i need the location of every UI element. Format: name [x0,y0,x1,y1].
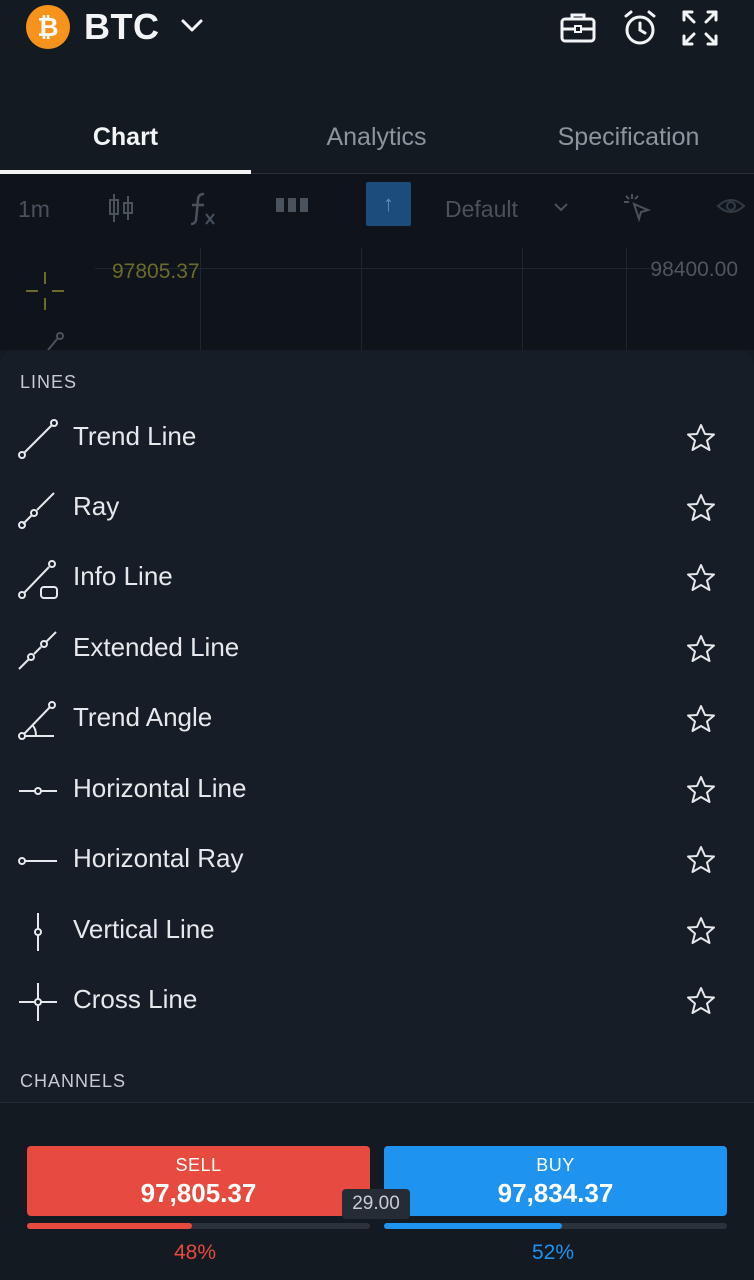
horizontal-line-icon [19,787,57,795]
buy-label: BUY [536,1155,575,1175]
spread-badge: 29.00 [342,1189,410,1219]
ray-icon [18,492,55,529]
chart-gridline [361,248,362,350]
sell-label: SELL [175,1155,222,1175]
candlestick-icon[interactable] [107,192,135,224]
tab-analytics[interactable]: Analytics [251,100,502,174]
buy-sentiment-bar [384,1223,727,1229]
eye-icon[interactable] [716,194,746,218]
crosshair-price-label: 97805.37 [112,260,200,283]
buy-percent: 52% [532,1241,575,1264]
info-line-icon [18,560,58,599]
tool-vertical-line[interactable]: Vertical Line [0,896,754,966]
extended-line-icon [18,631,57,670]
tab-bar: Chart Analytics Specification [0,100,754,174]
interval-selector[interactable]: 1m [18,196,50,223]
tool-label: Cross Line [73,984,198,1014]
tool-label: Trend Angle [73,702,213,732]
tab-specification[interactable]: Specification [503,100,754,174]
symbol-selector[interactable]: BTC [84,6,160,48]
tool-label: Horizontal Line [73,773,247,803]
sell-price: 97,805.37 [140,1178,257,1208]
tool-label: Extended Line [73,632,240,662]
arrow-up-icon[interactable]: ↑ [366,182,411,226]
star-icon[interactable] [686,986,716,1016]
briefcase-icon[interactable] [558,8,598,48]
tool-label: Ray [73,491,120,521]
function-icon[interactable] [188,190,218,226]
sell-sentiment-bar [27,1223,370,1229]
tool-horizontal-line[interactable]: Horizontal Line [0,755,754,825]
vertical-line-icon [34,913,42,951]
template-selector[interactable]: Default [445,196,518,223]
star-icon[interactable] [686,775,716,805]
buy-button[interactable]: BUY 97,834.37 [384,1146,727,1216]
tool-ray[interactable]: Ray [0,473,754,543]
sell-button[interactable]: SELL 97,805.37 [27,1146,370,1216]
tool-extended-line[interactable]: Extended Line [0,614,754,684]
drawing-tools-panel: LINES Trend Line Ray Info Line Extended … [0,350,754,1102]
sell-percent: 48% [174,1241,217,1264]
chart-area: 1m ↑ Default 97805.37 98400.00 [0,174,754,350]
tool-trend-line[interactable]: Trend Line [0,403,754,473]
trade-bar: SELL 97,805.37 BUY 97,834.37 29.00 48% 5… [0,1102,754,1280]
star-icon[interactable] [686,423,716,453]
tool-label: Trend Line [73,421,197,451]
section-title-channels: CHANNELS [20,1071,127,1091]
star-icon[interactable] [686,845,716,875]
section-title-lines: LINES [20,372,78,392]
horizontal-ray-icon [18,857,57,865]
sell-sentiment-fill [27,1223,192,1229]
tool-cross-line[interactable]: Cross Line [0,966,754,1036]
cursor-icon[interactable] [622,192,652,222]
star-icon[interactable] [686,493,716,523]
tool-label: Info Line [73,561,173,591]
bitcoin-icon: ₿ [26,5,70,49]
crosshair-icon[interactable] [24,270,66,312]
chart-gridline [200,248,201,350]
buy-price: 97,834.37 [497,1178,614,1208]
star-icon[interactable] [686,563,716,593]
star-icon[interactable] [686,704,716,734]
chevron-down-icon[interactable] [178,12,206,40]
tool-label: Vertical Line [73,914,215,944]
header: ₿ BTC [0,0,754,100]
trend-line-icon [18,419,58,459]
trend-angle-icon [18,701,56,740]
alarm-icon[interactable] [620,8,660,48]
chart-gridline [626,248,627,350]
tool-trend-angle[interactable]: Trend Angle [0,684,754,754]
chart-gridline [522,248,523,350]
price-axis-label: 98400.00 [650,258,738,281]
cross-line-icon [19,983,57,1021]
tool-horizontal-ray[interactable]: Horizontal Ray [0,825,754,895]
fullscreen-icon[interactable] [680,8,720,48]
tab-chart[interactable]: Chart [0,100,251,174]
star-icon[interactable] [686,916,716,946]
pencil-icon[interactable] [44,332,66,350]
tool-info-line[interactable]: Info Line [0,543,754,613]
bars-icon[interactable] [275,196,309,214]
template-chevron-icon[interactable] [552,201,570,213]
buy-sentiment-fill [384,1223,563,1229]
tool-label: Horizontal Ray [73,843,244,873]
star-icon[interactable] [686,634,716,664]
